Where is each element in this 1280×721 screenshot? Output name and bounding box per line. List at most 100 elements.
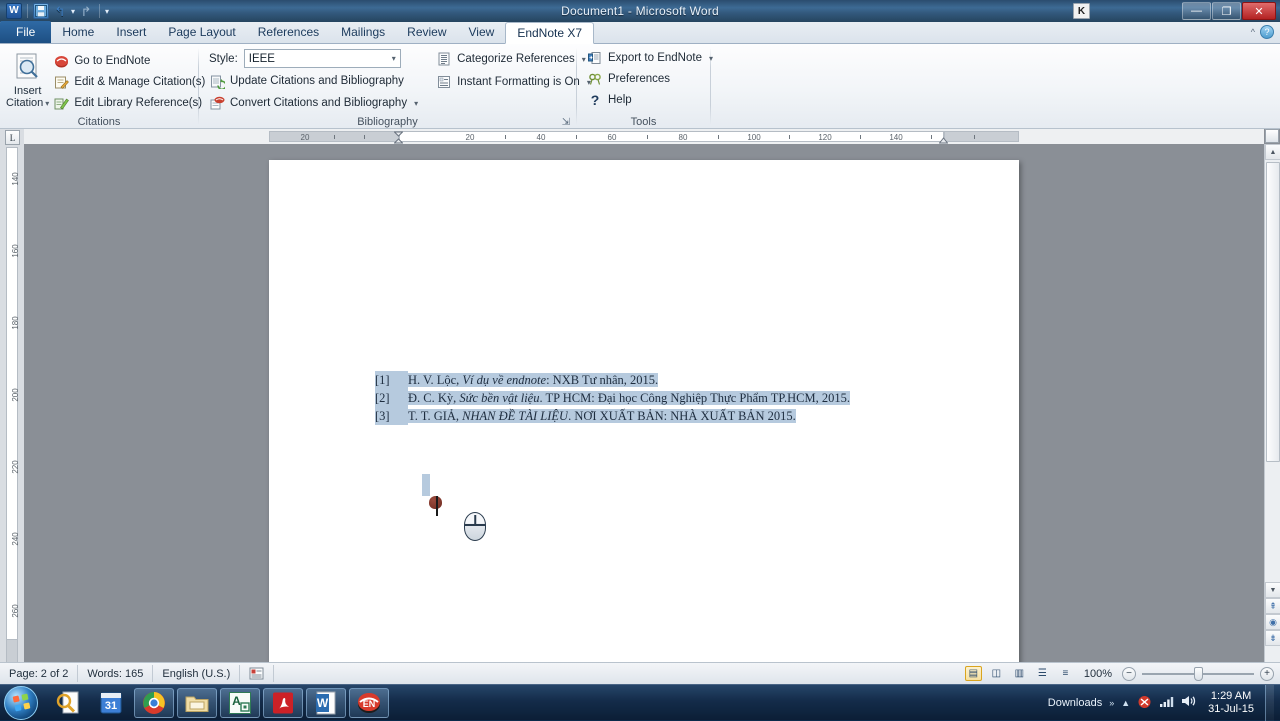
- status-language[interactable]: English (U.S.): [153, 665, 240, 682]
- entry-3-part-3: . NƠI XUẤT BẢN: NHÀ XUẤT BẢN 2015.: [568, 409, 796, 423]
- taskbar-microsoft-word[interactable]: W: [306, 688, 346, 718]
- export-to-endnote-button[interactable]: Export to EndNote ▾: [583, 48, 704, 68]
- bibliography-entry-3[interactable]: [3] T. T. GIẢ, NHAN ĐỀ TÀI LIỆU. NƠI XUẤ…: [375, 407, 955, 425]
- edit-manage-citations-button[interactable]: Edit & Manage Citation(s): [49, 72, 209, 92]
- tab-references[interactable]: References: [247, 21, 330, 43]
- edit-citation-icon: [53, 74, 69, 90]
- previous-page-button[interactable]: ⇞: [1265, 598, 1280, 614]
- taskbar-clock[interactable]: 1:29 AM 31-Jul-15: [1204, 690, 1258, 716]
- outline-view-button[interactable]: ☰: [1034, 666, 1051, 681]
- select-browse-object-button[interactable]: [1265, 129, 1279, 143]
- taskbar-windows-explorer[interactable]: [177, 688, 217, 718]
- categorize-references-button[interactable]: Categorize References ▾: [432, 49, 595, 69]
- preferences-button[interactable]: Preferences: [583, 69, 704, 89]
- tab-mailings[interactable]: Mailings: [330, 21, 396, 43]
- select-browse-object-icon[interactable]: ◉: [1265, 614, 1280, 630]
- show-desktop-button[interactable]: [1265, 685, 1274, 721]
- full-screen-reading-view-button[interactable]: ◫: [988, 666, 1005, 681]
- tab-home[interactable]: Home: [51, 21, 105, 43]
- entry-1-part-1: H. V. Lộc,: [408, 373, 462, 387]
- draft-view-button[interactable]: ≡: [1057, 666, 1074, 681]
- volume-icon[interactable]: [1181, 694, 1197, 711]
- insert-citation-button[interactable]: Insert Citation▾: [6, 49, 49, 114]
- bibliography-group-label-text: Bibliography: [357, 116, 418, 128]
- close-button[interactable]: ✕: [1242, 2, 1276, 20]
- tab-view[interactable]: View: [458, 21, 506, 43]
- ribbon-group-tools: Export to EndNote ▾ Preferences ?: [577, 44, 710, 129]
- zoom-out-button[interactable]: −: [1122, 667, 1136, 681]
- show-hidden-icons-caret[interactable]: ▲: [1121, 698, 1130, 708]
- go-to-endnote-label: Go to EndNote: [74, 55, 150, 67]
- taskbar-calendar[interactable]: 31: [91, 688, 131, 718]
- vertical-ruler[interactable]: L 140 160 180 200 220 240 260: [0, 129, 24, 662]
- help-icon[interactable]: ?: [1260, 25, 1274, 39]
- help-button[interactable]: ? Help: [583, 90, 704, 110]
- export-to-endnote-caret[interactable]: ▾: [709, 54, 713, 63]
- ribbon-tab-bar: File Home Insert Page Layout References …: [0, 22, 1280, 44]
- downloads-label[interactable]: Downloads: [1048, 697, 1102, 709]
- network-signal-icon[interactable]: [1159, 694, 1174, 711]
- bibliography-entry-2[interactable]: [2] Đ. C. Kỳ, Sức bền vật liệu. TP HCM: …: [375, 389, 955, 407]
- windows-taskbar: 31 A: [0, 684, 1280, 720]
- taskbar-endnote-search[interactable]: [48, 688, 88, 718]
- scroll-down-button[interactable]: ▼: [1265, 582, 1280, 598]
- taskbar-adobe-reader[interactable]: [263, 688, 303, 718]
- tab-insert[interactable]: Insert: [105, 21, 157, 43]
- update-citations-bibliography-button[interactable]: Update Citations and Bibliography: [205, 71, 422, 91]
- bibliography-dialog-launcher[interactable]: ⇲: [560, 116, 572, 128]
- taskbar-endnote[interactable]: EN: [349, 688, 389, 718]
- zoom-in-button[interactable]: +: [1260, 667, 1274, 681]
- word-icon-letter: W: [317, 696, 329, 710]
- style-label: Style:: [209, 53, 238, 65]
- endnote-icon-letters: EN: [363, 699, 376, 709]
- tab-file[interactable]: File: [0, 21, 51, 43]
- vertical-scrollbar[interactable]: ▲ ⇞ ◉ ⇟ ▼: [1264, 144, 1280, 662]
- next-page-button[interactable]: ⇟: [1265, 630, 1280, 646]
- zoom-level-label[interactable]: 100%: [1084, 668, 1112, 680]
- minimize-ribbon-icon[interactable]: ^: [1251, 27, 1255, 37]
- restore-button[interactable]: ❐: [1212, 2, 1241, 20]
- update-citations-label: Update Citations and Bibliography: [230, 75, 404, 87]
- first-line-indent-marker[interactable]: [394, 131, 403, 142]
- chevron-down-icon[interactable]: ▾: [392, 54, 396, 63]
- tab-review[interactable]: Review: [396, 21, 457, 43]
- status-page-indicator[interactable]: Page: 2 of 2: [0, 665, 78, 682]
- edit-library-references-button[interactable]: Edit Library Reference(s): [49, 93, 209, 113]
- status-word-count[interactable]: Words: 165: [78, 665, 153, 682]
- entry-2-text: Đ. C. Kỳ, Sức bền vật liệu. TP HCM: Đại …: [408, 389, 955, 407]
- tab-endnote-x7[interactable]: EndNote X7: [505, 22, 594, 44]
- start-button[interactable]: [4, 686, 38, 720]
- convert-citations-bibliography-button[interactable]: Convert Citations and Bibliography ▾: [205, 93, 422, 113]
- instant-formatting-button[interactable]: Instant Formatting is On ▾: [432, 72, 595, 92]
- right-indent-marker[interactable]: [939, 131, 948, 142]
- tab-stop-selector[interactable]: L: [5, 130, 20, 145]
- text-caret: [436, 496, 438, 516]
- entry-3-number: [3]: [375, 407, 408, 425]
- page-canvas[interactable]: [1] H. V. Lộc, Ví dụ về endnote: NXB Tư …: [24, 144, 1264, 662]
- zoom-slider-thumb[interactable]: [1194, 667, 1203, 681]
- overflow-caret-icon[interactable]: »: [1109, 698, 1114, 708]
- bibliography-entry-1[interactable]: [1] H. V. Lộc, Ví dụ về endnote: NXB Tư …: [375, 371, 955, 389]
- tab-page-layout[interactable]: Page Layout: [157, 21, 246, 43]
- convert-citations-caret[interactable]: ▾: [414, 99, 418, 108]
- web-layout-view-button[interactable]: ▥: [1011, 666, 1028, 681]
- antivirus-tray-icon[interactable]: [1137, 694, 1152, 712]
- hruler-tick-120: 120: [818, 133, 831, 142]
- print-layout-view-button[interactable]: ▤: [965, 666, 982, 681]
- scrollbar-thumb[interactable]: [1266, 162, 1280, 462]
- document-page[interactable]: [1] H. V. Lộc, Ví dụ về endnote: NXB Tư …: [269, 160, 1019, 662]
- go-to-endnote-button[interactable]: Go to EndNote: [49, 51, 209, 71]
- bibliography-block[interactable]: [1] H. V. Lộc, Ví dụ về endnote: NXB Tư …: [375, 371, 955, 425]
- insert-citation-label: Insert Citation▾: [6, 85, 49, 110]
- minimize-button[interactable]: —: [1182, 2, 1211, 20]
- document-area: L 140 160 180 200 220 240 260 20 20 40 6…: [0, 129, 1280, 662]
- zoom-slider[interactable]: [1142, 667, 1254, 681]
- citation-style-dropdown[interactable]: IEEE ▾: [244, 49, 401, 68]
- export-to-endnote-label: Export to EndNote: [608, 52, 702, 64]
- proofing-errors-icon[interactable]: [240, 665, 274, 682]
- scroll-up-button[interactable]: ▲: [1265, 144, 1280, 160]
- horizontal-ruler[interactable]: 20 20 40 60 80 100 120 140: [24, 129, 1264, 144]
- taskbar-abbyy[interactable]: A: [220, 688, 260, 718]
- window-controls: — ❐ ✕: [1182, 2, 1276, 20]
- taskbar-google-chrome[interactable]: [134, 688, 174, 718]
